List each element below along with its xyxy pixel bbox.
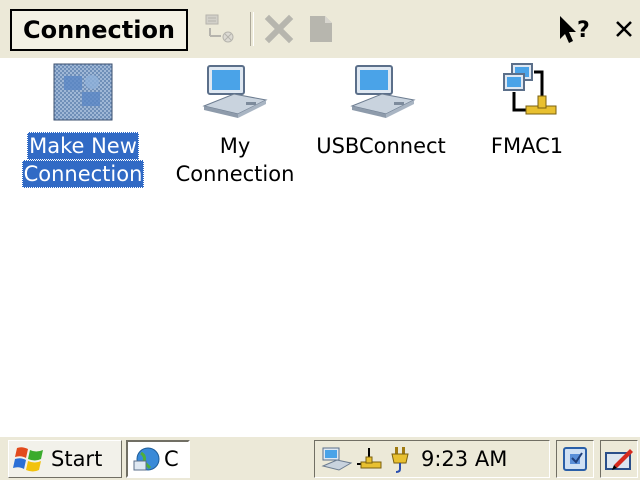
show-desktop-icon [563, 447, 587, 471]
windows-logo-icon [13, 447, 43, 472]
item-label: FMAC1 [452, 132, 602, 188]
rename-button[interactable] [302, 11, 340, 47]
taskbar: Start C 9:23 AM [0, 436, 640, 480]
item-label-line: My [219, 134, 251, 158]
network-connection-icon [498, 62, 562, 122]
taskbar-window-button[interactable]: C [126, 440, 190, 478]
item-label-line: Connection [21, 160, 145, 188]
start-label: Start [51, 447, 103, 471]
input-panel-button[interactable] [600, 440, 638, 478]
make-new-connection-icon [52, 62, 116, 122]
power-plug-icon[interactable] [387, 445, 413, 473]
dialup-connection-icon [200, 62, 268, 122]
item-label-line: Make New [27, 132, 139, 160]
system-tray: 9:23 AM [314, 440, 550, 478]
clock[interactable]: 9:23 AM [421, 447, 507, 471]
connection-menu[interactable]: Connection [10, 9, 188, 51]
connection-properties-icon [205, 14, 234, 43]
item-label: Make New Connection [8, 132, 158, 188]
toolbar-separator [250, 12, 254, 46]
usb-connection-icon [348, 62, 416, 122]
delete-icon [264, 14, 294, 44]
item-label-line: USBConnect [316, 134, 446, 158]
properties-button[interactable] [198, 11, 242, 47]
command-bar: Connection ? [0, 0, 640, 58]
start-button[interactable]: Start [8, 440, 122, 478]
item-label: USBConnect [306, 132, 456, 188]
delete-button[interactable] [258, 11, 300, 47]
close-icon [616, 21, 632, 37]
connection-tray-icon[interactable] [321, 446, 353, 472]
close-button[interactable] [608, 11, 640, 47]
input-panel-icon [605, 449, 633, 470]
network-tray-icon[interactable] [355, 446, 385, 472]
rename-icon [310, 16, 332, 42]
item-label-line: Connection [175, 162, 295, 186]
taskbar-window-label: C [164, 447, 179, 471]
desktop-button[interactable] [556, 440, 594, 478]
connections-view: Make New Connection My Connection USBCon… [0, 58, 640, 430]
help-icon: ? [560, 16, 590, 43]
item-label: My Connection [160, 132, 310, 188]
connections-folder-icon [133, 447, 160, 471]
item-label-line: FMAC1 [490, 134, 564, 158]
svg-text:?: ? [577, 18, 590, 43]
help-button[interactable]: ? [550, 11, 600, 47]
